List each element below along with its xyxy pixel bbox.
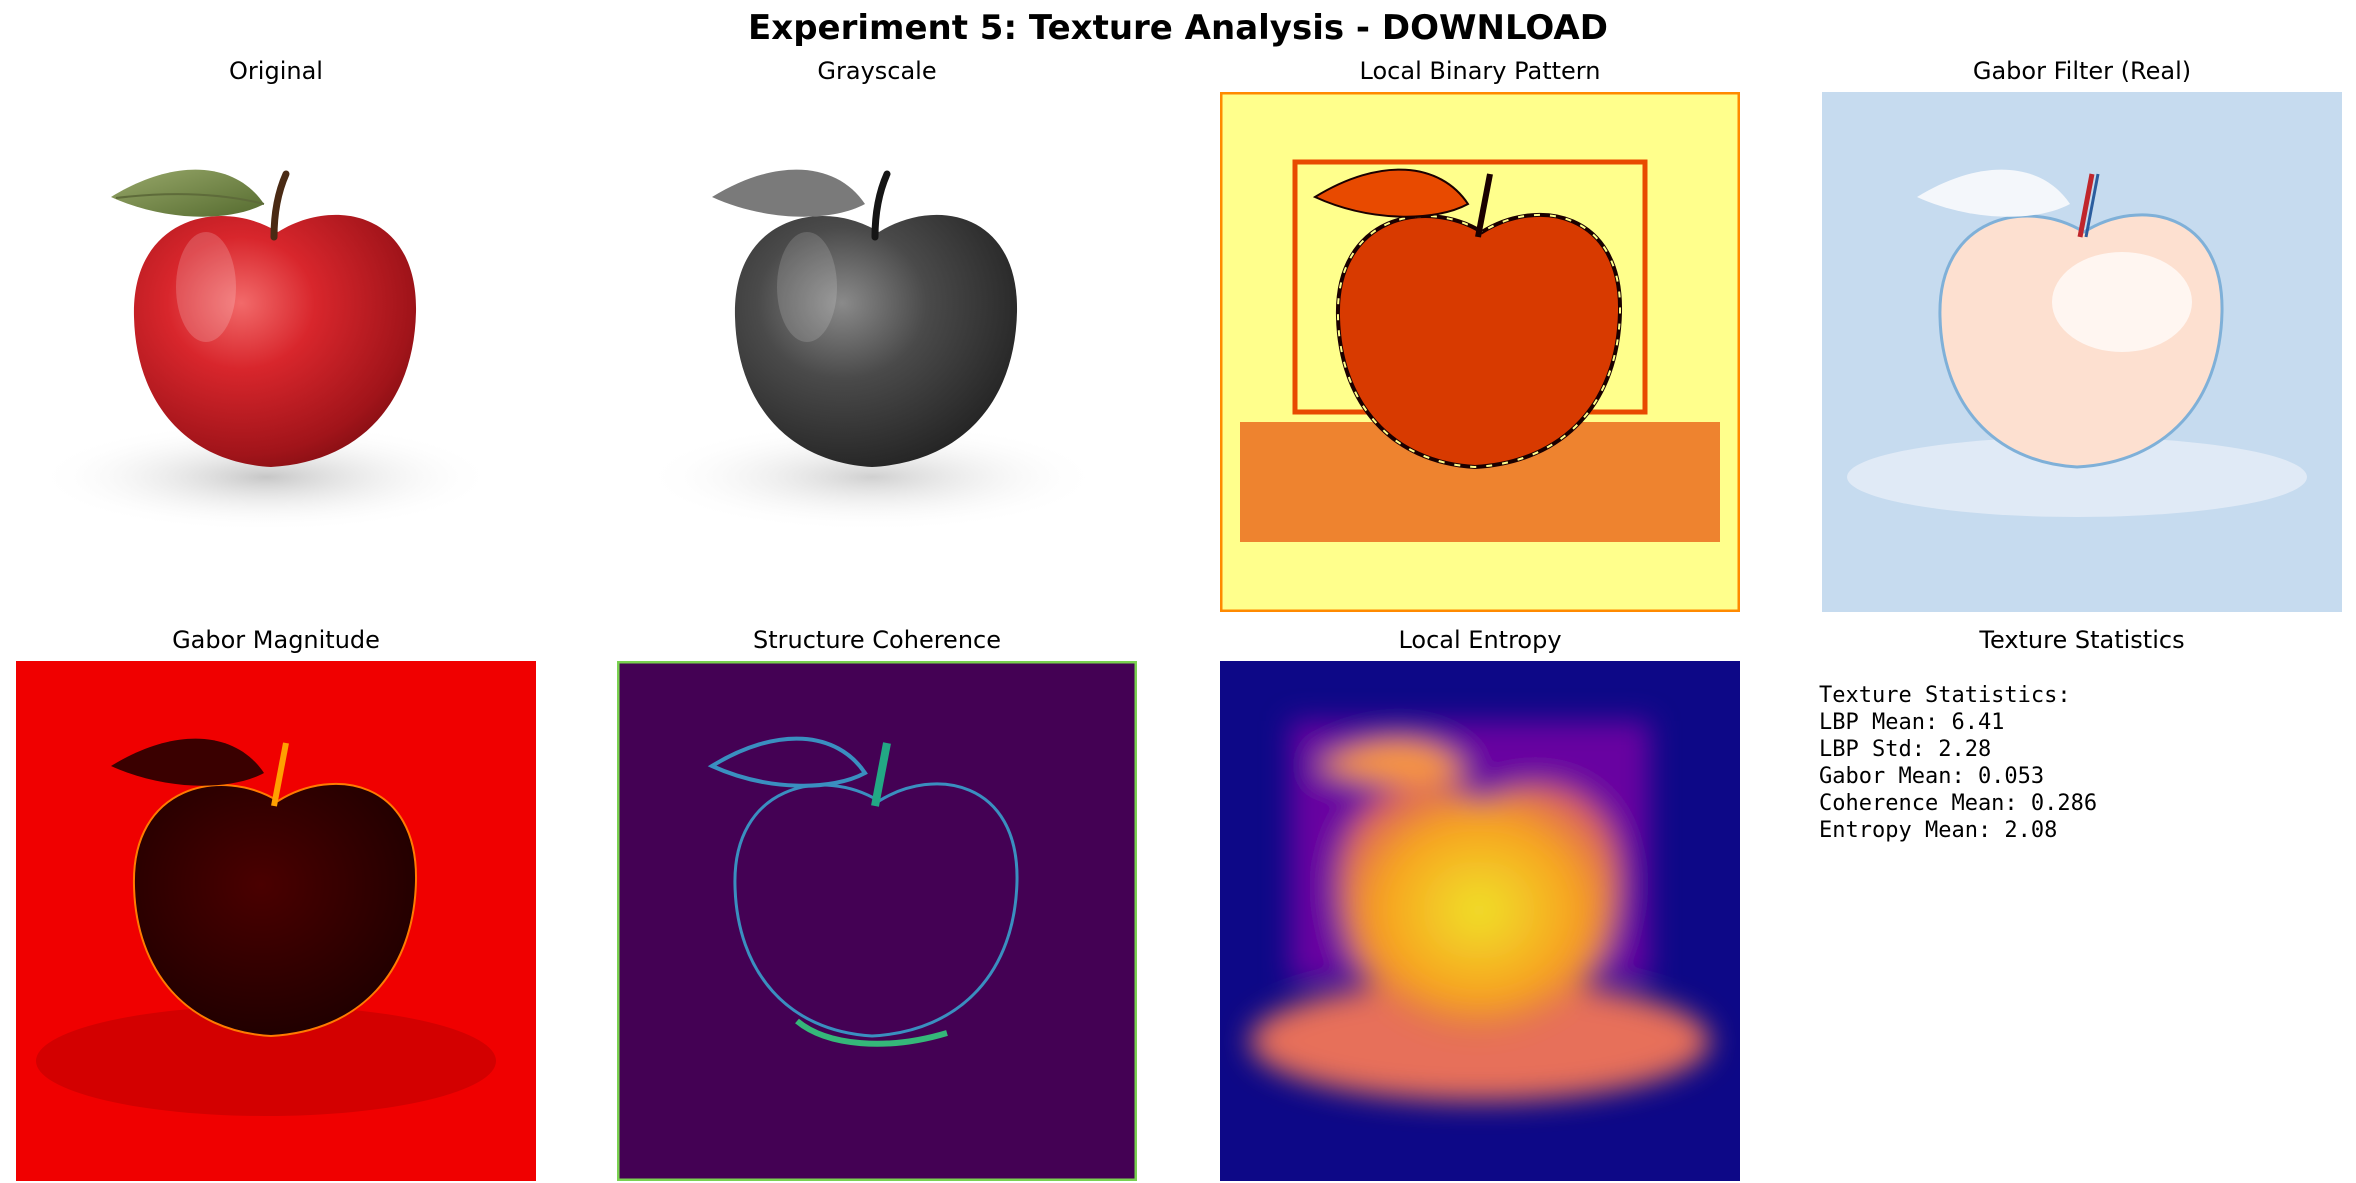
panel-title-gabor-real: Gabor Filter (Real)	[1972, 57, 2192, 85]
panel-title-structure-coherence: Structure Coherence	[753, 626, 1001, 654]
gabor-real-image	[1822, 92, 2342, 612]
stats-lbp-std: LBP Std: 2.28	[1819, 737, 1992, 762]
local-entropy-image-panel	[1220, 661, 1740, 1181]
original-apple-image	[16, 92, 536, 612]
figure-title: Experiment 5: Texture Analysis - DOWNLOA…	[748, 8, 1608, 48]
panel-title-local-entropy: Local Entropy	[1398, 626, 1562, 654]
lbp-map-image	[1220, 92, 1740, 612]
original-image-panel	[16, 92, 536, 612]
stats-entropy-mean: Entropy Mean: 2.08	[1819, 818, 2058, 843]
panel-title-original: Original	[229, 57, 323, 85]
gabor-magnitude-image	[16, 661, 536, 1181]
structure-coherence-image	[617, 661, 1137, 1181]
local-entropy-image	[1220, 661, 1740, 1181]
structure-coherence-image-panel	[617, 661, 1137, 1181]
texture-statistics-text: Texture Statistics: LBP Mean: 6.41 LBP S…	[1819, 682, 2097, 844]
panel-title-texture-statistics: Texture Statistics	[1979, 626, 2185, 654]
panel-title-gabor-magnitude: Gabor Magnitude	[172, 626, 380, 654]
panel-title-grayscale: Grayscale	[817, 57, 937, 85]
gabor-magnitude-image-panel	[16, 661, 536, 1181]
panel-title-lbp: Local Binary Pattern	[1359, 57, 1601, 85]
stats-coherence-mean: Coherence Mean: 0.286	[1819, 791, 2098, 816]
stats-lbp-mean: LBP Mean: 6.41	[1819, 710, 2005, 735]
lbp-image-panel	[1220, 92, 1740, 612]
stats-gabor-mean: Gabor Mean: 0.053	[1819, 764, 2045, 789]
gabor-real-image-panel	[1822, 92, 2342, 612]
stats-heading: Texture Statistics:	[1819, 683, 2071, 708]
grayscale-apple-image	[617, 92, 1137, 612]
grayscale-image-panel	[617, 92, 1137, 612]
